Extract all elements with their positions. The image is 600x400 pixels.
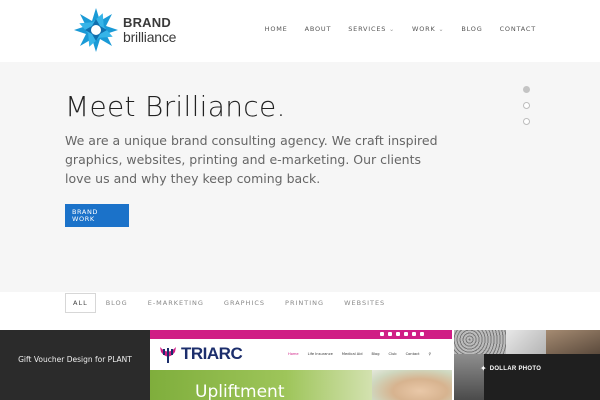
portfolio-item-dollar-photo[interactable]: ✦ DOLLAR PHOTO xyxy=(454,330,600,400)
chevron-down-icon: ⌄ xyxy=(389,25,395,33)
dollar-photo-wordmark: DOLLAR PHOTO xyxy=(489,365,542,372)
nav-item-home[interactable]: HOME xyxy=(265,25,288,33)
social-icon xyxy=(420,332,424,336)
banner-headline: Upliftment xyxy=(195,382,285,400)
nav-item-about[interactable]: ABOUT xyxy=(305,25,332,33)
social-icon xyxy=(380,332,384,336)
dollar-photo-panel xyxy=(484,354,600,400)
photo-thumbnail xyxy=(454,354,484,400)
photo-thumbnail xyxy=(506,330,546,354)
banner-photo xyxy=(372,370,452,400)
button-label-line2: WORK xyxy=(72,215,95,224)
star-icon: ✦ xyxy=(480,364,487,373)
slide-dot-1[interactable] xyxy=(523,86,530,93)
site-header: BRAND brilliance HOME ABOUT SERVICES ⌄ WO… xyxy=(0,0,600,62)
triarc-logo: TRIARC xyxy=(158,344,243,364)
brand-name: BRAND xyxy=(123,15,171,30)
filter-blog[interactable]: BLOG xyxy=(106,299,128,307)
search-icon: ⚲ xyxy=(428,352,432,356)
nav-item-blog[interactable]: BLOG xyxy=(461,25,482,33)
triarc-banner: Upliftment xyxy=(150,370,452,400)
triarc-menu-item: Blog xyxy=(371,352,380,356)
nav-label: WORK xyxy=(412,25,436,33)
triarc-menu-item: Club xyxy=(388,352,397,356)
slide-dot-3[interactable] xyxy=(523,118,530,125)
nav-label: SERVICES xyxy=(348,25,387,33)
triarc-wordmark: TRIARC xyxy=(181,344,243,363)
nav-label: CONTACT xyxy=(499,25,536,33)
dollar-photo-logo: ✦ DOLLAR PHOTO xyxy=(480,364,541,373)
filter-printing[interactable]: PRINTING xyxy=(285,299,324,307)
nav-item-services[interactable]: SERVICES ⌄ xyxy=(348,25,395,33)
slide-dot-2[interactable] xyxy=(523,102,530,109)
sunburst-logo-icon xyxy=(74,8,118,52)
brand-logo[interactable]: BRAND brilliance xyxy=(72,6,184,54)
triarc-menu-item: Life Insurance xyxy=(307,352,333,356)
trident-logo-icon xyxy=(160,347,176,363)
hero-description: We are a unique brand consulting agency.… xyxy=(65,133,438,186)
nav-label: BLOG xyxy=(461,25,483,33)
social-icon xyxy=(396,332,400,336)
photo-thumbnail xyxy=(454,330,506,354)
triarc-menu-item: Contact xyxy=(405,352,420,356)
hero-section: Meet Brilliance. We are a unique brand c… xyxy=(0,62,600,292)
portfolio-item-title: Gift Voucher Design for PLANT xyxy=(18,355,132,364)
filter-graphics[interactable]: GRAPHICS xyxy=(224,299,265,307)
main-nav: HOME ABOUT SERVICES ⌄ WORK ⌄ BLOG CONTACT xyxy=(248,25,536,33)
filter-all[interactable]: ALL xyxy=(65,293,96,313)
portfolio-item-gift-voucher[interactable]: Gift Voucher Design for PLANT xyxy=(0,330,150,400)
nav-item-work[interactable]: WORK ⌄ xyxy=(412,25,444,33)
social-icon xyxy=(412,332,416,336)
photo-thumbnail xyxy=(546,330,600,354)
slider-pagination xyxy=(523,86,530,125)
brand-wordmark: BRAND brilliance xyxy=(123,16,176,44)
brand-work-button[interactable]: BRAND WORK xyxy=(65,204,129,227)
social-icon xyxy=(388,332,392,336)
triarc-menu-item: Medical Aid xyxy=(341,352,363,356)
nav-item-contact[interactable]: CONTACT xyxy=(500,25,536,33)
filter-websites[interactable]: WEBSITES xyxy=(344,299,385,307)
nav-label: HOME xyxy=(264,25,288,33)
portfolio-grid: Gift Voucher Design for PLANT TRIARC Hom… xyxy=(0,330,600,400)
portfolio-filters: ALL BLOG E-MARKETING GRAPHICS PRINTING W… xyxy=(65,293,405,313)
portfolio-item-triarc[interactable]: TRIARC Home Life Insurance Medical Aid B… xyxy=(150,330,452,400)
triarc-menu: Home Life Insurance Medical Aid Blog Clu… xyxy=(288,352,431,356)
nav-label: ABOUT xyxy=(304,25,332,33)
triarc-menu-item: Home xyxy=(288,352,299,356)
social-icons xyxy=(380,332,424,336)
social-icon xyxy=(404,332,408,336)
chevron-down-icon: ⌄ xyxy=(438,25,445,33)
triarc-topbar xyxy=(150,330,452,339)
hero-title: Meet Brilliance. xyxy=(65,90,286,123)
filter-e-marketing[interactable]: E-MARKETING xyxy=(148,299,204,307)
brand-subname: brilliance xyxy=(123,29,177,45)
